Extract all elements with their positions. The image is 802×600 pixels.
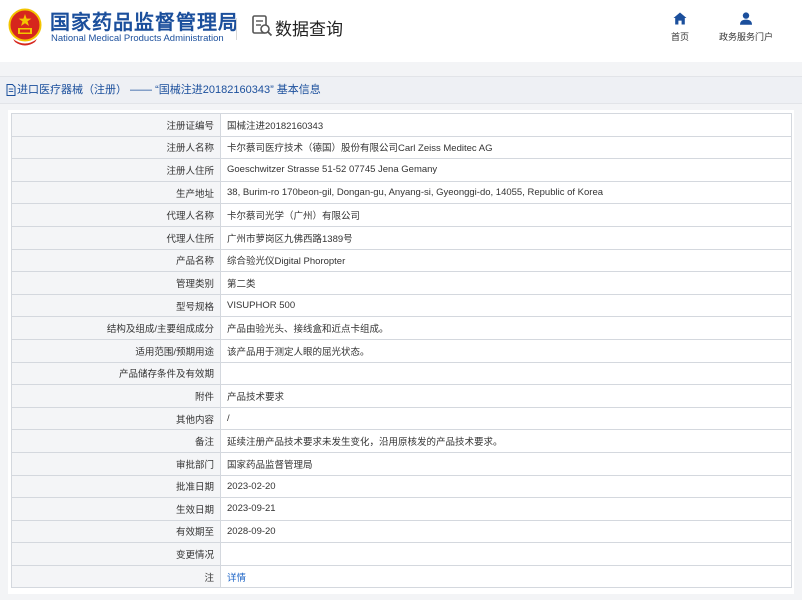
table-row: 注册证编号 国械注进20182160343 [11,113,792,137]
table-row: 附件 产品技术要求 [11,384,792,408]
data-search-icon [252,15,273,37]
field-label: 审批部门 [11,451,221,476]
table-row: 产品储存条件及有效期 [11,361,792,386]
table-row: 适用范围/预期用途 该产品用于测定人眼的屈光状态。 [11,338,792,363]
field-value: 2023-02-20 [220,474,792,499]
field-label: 代理人名称 [11,203,221,227]
field-value: 综合验光仪Digital Phoropter [220,248,792,273]
field-value: VISUPHOR 500 [220,293,792,318]
field-label: 备注 [11,429,221,453]
field-label: 代理人住所 [11,225,221,250]
field-label: 生产地址 [11,180,221,205]
field-label: 注册证编号 [11,113,221,137]
field-label: 附件 [11,384,221,408]
user-icon [740,12,752,25]
table-row: 代理人名称 卡尔蔡司光学（广州）有限公司 [11,203,792,227]
field-label: 注册人住所 [11,158,221,182]
registration-info-table: 注册证编号 国械注进20182160343 注册人名称 卡尔蔡司医疗技术（德国）股份有… [11,113,792,589]
nav-home-label: 首页 [670,32,689,42]
field-label: 产品储存条件及有效期 [11,361,221,386]
field-label: 结构及组成/主要组成成分 [11,316,221,340]
table-row: 备注 延续注册产品技术要求未发生变化，沿用原核发的产品技术要求。 [11,429,792,453]
table-row: 注册人名称 卡尔蔡司医疗技术（德国）股份有限公司Carl Zeiss Medite… [11,135,792,160]
table-row: 批准日期 2023-02-20 [11,474,792,499]
breadcrumb-text: 进口医疗器械（注册） —— “国械注进20182160343” 基本信息 [17,84,321,96]
table-row: 生产地址 38, Burim-ro 170beon-gil, Dongan-gu,… [11,180,792,205]
field-label: 注册人名称 [11,135,221,160]
table-row: 有效期至 2028-09-20 [11,519,792,544]
table-row: 注详情 [11,564,792,589]
table-row: 其他内容 / [11,406,792,431]
field-value: 该产品用于测定人眼的屈光状态。 [220,338,792,363]
table-row: 产品名称 综合验光仪Digital Phoropter [11,248,792,273]
table-row: 管理类别 第二类 [11,271,792,295]
field-label: 注 [11,564,221,589]
field-value: 2023-09-21 [220,497,792,521]
nav-gov-service-portal[interactable]: 政务服务门户 [711,12,781,43]
page-section-title: 数据查询 [275,20,343,39]
nav-gov-label: 政务服务门户 [718,32,773,42]
field-label: 有效期至 [11,519,221,544]
document-icon [6,84,16,96]
field-label: 其他内容 [11,406,221,431]
field-value: 38, Burim-ro 170beon-gil, Dongan-gu, Any… [220,180,792,205]
field-value: 产品由验光头、接线盒和近点卡组成。 [220,316,792,340]
field-label: 管理类别 [11,271,221,295]
field-value: 详情 [220,564,792,589]
details-link[interactable]: 详情 [227,573,246,584]
field-label: 生效日期 [11,497,221,521]
field-value: 延续注册产品技术要求未发生变化，沿用原核发的产品技术要求。 [220,429,792,453]
field-label: 型号规格 [11,293,221,318]
table-row: 生效日期 2023-09-21 [11,497,792,521]
field-value: 卡尔蔡司医疗技术（德国）股份有限公司Carl Zeiss Meditec AG [220,135,792,160]
brand-title-en: National Medical Products Administration [51,33,224,44]
field-value: / [220,406,792,431]
table-row: 结构及组成/主要组成成分 产品由验光头、接线盒和近点卡组成。 [11,316,792,340]
field-value: Goeschwitzer Strasse 51-52 07745 Jena Ge… [220,158,792,182]
table-row: 注册人住所 Goeschwitzer Strasse 51-52 07745 Je… [11,158,792,182]
field-value: 卡尔蔡司光学（广州）有限公司 [220,203,792,227]
field-value: 第二类 [220,271,792,295]
table-row: 变更情况 [11,542,792,566]
field-value: 产品技术要求 [220,384,792,408]
nav-home[interactable]: 首页 [645,12,715,43]
field-value [220,361,792,386]
brand-title-cn: 国家药品监督管理局 [50,12,239,34]
site-header: 国家药品监督管理局 National Medical Products Admi… [0,0,802,62]
field-label: 变更情况 [11,542,221,566]
detail-panel: 注册证编号 国械注进20182160343 注册人名称 卡尔蔡司医疗技术（德国）股份有… [8,110,794,594]
field-label: 产品名称 [11,248,221,273]
table-row: 代理人住所 广州市萝岗区九佛西路1389号 [11,225,792,250]
field-value: 国械注进20182160343 [220,113,792,137]
home-icon [673,12,687,25]
breadcrumb: 进口医疗器械（注册） —— “国械注进20182160343” 基本信息 [0,76,802,104]
field-label: 批准日期 [11,474,221,499]
field-value: 2028-09-20 [220,519,792,544]
header-divider [236,18,237,40]
field-value: 国家药品监督管理局 [220,451,792,476]
field-value [220,542,792,566]
table-row: 审批部门 国家药品监督管理局 [11,451,792,476]
table-row: 型号规格 VISUPHOR 500 [11,293,792,318]
field-value: 广州市萝岗区九佛西路1389号 [220,225,792,250]
national-emblem-icon [8,8,42,46]
field-label: 适用范围/预期用途 [11,338,221,363]
